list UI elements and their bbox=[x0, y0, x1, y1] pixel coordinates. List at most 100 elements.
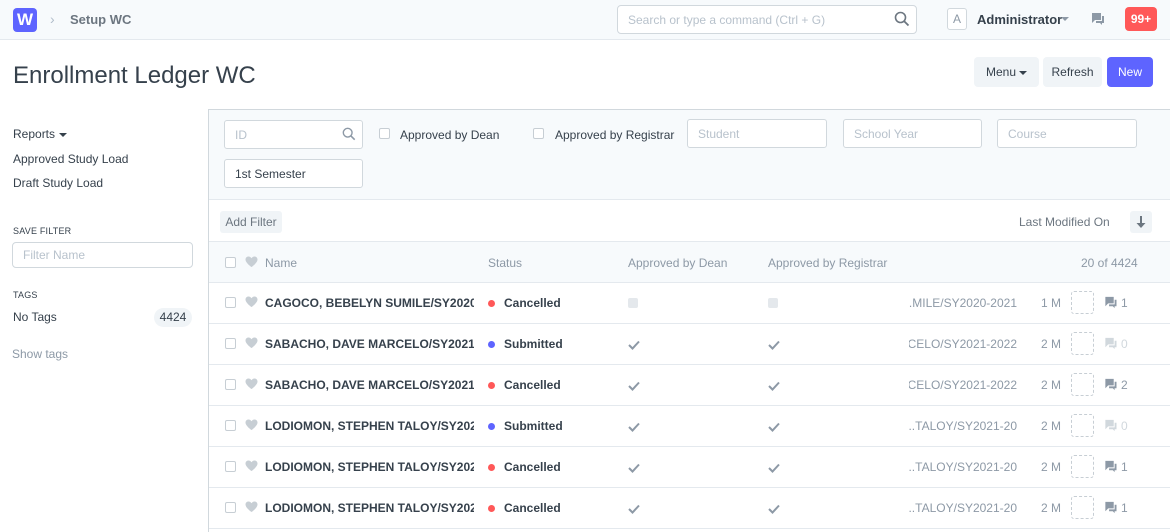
standard-filters: Approved by Dean Approved by Registrar bbox=[209, 110, 1170, 200]
save-filter-heading: SAVE FILTER bbox=[13, 226, 72, 236]
row-checkbox[interactable] bbox=[225, 420, 236, 431]
approved-by-registrar-label: Approved by Registrar bbox=[555, 128, 675, 142]
comment-icon bbox=[1102, 378, 1118, 394]
like-heart-icon[interactable] bbox=[245, 501, 258, 516]
search-icon[interactable] bbox=[894, 11, 910, 30]
sidebar-link-approved-study-load[interactable]: Approved Study Load bbox=[13, 152, 128, 166]
row-checkbox[interactable] bbox=[225, 297, 236, 308]
row-name-link[interactable]: CAGOCO, BEBELYN SUMILE/SY2020-2 bbox=[265, 296, 474, 310]
chevron-down-icon[interactable] bbox=[1061, 17, 1069, 21]
row-status: Submitted bbox=[504, 419, 563, 433]
navbar: W › Setup WC A Administrator 99+ bbox=[0, 0, 1170, 40]
row-modified: 2 M bbox=[1041, 419, 1062, 433]
comment-icon bbox=[1102, 460, 1118, 476]
user-avatar[interactable]: A bbox=[947, 8, 967, 30]
reports-label: Reports bbox=[13, 127, 56, 141]
refresh-button[interactable]: Refresh bbox=[1043, 57, 1102, 87]
comment-icon bbox=[1102, 419, 1118, 435]
sort-by-selector[interactable]: Last Modified On bbox=[1019, 215, 1110, 229]
no-tags-item[interactable]: No Tags bbox=[13, 310, 57, 324]
chat-icon[interactable] bbox=[1089, 12, 1105, 29]
student-filter-input[interactable] bbox=[688, 120, 826, 147]
like-heart-icon[interactable] bbox=[245, 419, 258, 434]
comment-count: 1 bbox=[1121, 501, 1128, 515]
notification-badge[interactable]: 99+ bbox=[1125, 7, 1157, 31]
student-filter[interactable] bbox=[687, 119, 827, 148]
list-row[interactable]: SABACHO, DAVE MARCELO/SY2021-2 Submitted C… bbox=[209, 324, 1170, 365]
filter-sort-bar: Add Filter Last Modified On bbox=[209, 200, 1170, 242]
check-icon bbox=[628, 461, 640, 476]
like-heart-icon[interactable] bbox=[245, 378, 258, 393]
arrow-down-icon bbox=[1136, 216, 1146, 228]
like-heart-icon[interactable] bbox=[245, 296, 258, 311]
approved-by-dean-checkbox[interactable] bbox=[379, 128, 390, 139]
approved-by-registrar-checkbox[interactable] bbox=[533, 128, 544, 139]
school-year-filter-input[interactable] bbox=[844, 120, 981, 147]
check-icon bbox=[628, 420, 640, 435]
new-button[interactable]: New bbox=[1107, 57, 1153, 87]
column-header-status: Status bbox=[488, 256, 523, 270]
caret-down-icon bbox=[1019, 70, 1028, 75]
row-name-link[interactable]: LODIOMON, STEPHEN TALOY/SY2021 bbox=[265, 501, 474, 515]
assigned-avatar-placeholder bbox=[1071, 373, 1094, 396]
list-row[interactable]: CAGOCO, BEBELYN SUMILE/SY2020-2 Cancelled… bbox=[209, 283, 1170, 324]
check-icon bbox=[768, 461, 780, 476]
course-filter-input[interactable] bbox=[998, 120, 1136, 147]
show-tags-link[interactable]: Show tags bbox=[12, 347, 68, 361]
row-name-link[interactable]: SABACHO, DAVE MARCELO/SY2021-2 bbox=[265, 378, 474, 392]
course-filter[interactable] bbox=[997, 119, 1137, 148]
sidebar-link-draft-study-load[interactable]: Draft Study Load bbox=[13, 176, 103, 190]
reports-dropdown[interactable]: Reports bbox=[13, 127, 68, 141]
caret-down-icon bbox=[59, 132, 68, 137]
app-logo[interactable]: W bbox=[13, 8, 37, 32]
row-name-link[interactable]: LODIOMON, STEPHEN TALOY/SY2021 bbox=[265, 460, 474, 474]
list-count: 20 of 4424 bbox=[1081, 256, 1138, 270]
status-indicator-dot bbox=[488, 382, 495, 389]
heart-icon[interactable] bbox=[245, 256, 258, 271]
row-modified: 2 M bbox=[1041, 501, 1062, 515]
sort-order-button[interactable] bbox=[1130, 211, 1152, 233]
like-heart-icon[interactable] bbox=[245, 460, 258, 475]
row-status: Cancelled bbox=[504, 501, 561, 515]
school-year-filter[interactable] bbox=[843, 119, 982, 148]
column-header-approved-by-dean: Approved by Dean bbox=[628, 256, 728, 270]
row-checkbox[interactable] bbox=[225, 502, 236, 513]
list-row[interactable]: LODIOMON, STEPHEN TALOY/SY2021 Cancelled T… bbox=[209, 447, 1170, 488]
row-checkbox[interactable] bbox=[225, 461, 236, 472]
comment-icon bbox=[1102, 501, 1118, 517]
breadcrumb-setup-wc[interactable]: Setup WC bbox=[70, 12, 131, 27]
row-reference: TALOY/SY2021-20... bbox=[909, 419, 1017, 433]
user-menu[interactable]: Administrator bbox=[977, 12, 1062, 27]
row-name-link[interactable]: SABACHO, DAVE MARCELO/SY2021-2 bbox=[265, 337, 474, 351]
semester-filter-input[interactable] bbox=[225, 160, 362, 187]
add-filter-button[interactable]: Add Filter bbox=[220, 211, 282, 233]
list-row[interactable]: SABACHO, DAVE MARCELO/SY2021-2 Cancelled C… bbox=[209, 365, 1170, 406]
assigned-avatar-placeholder bbox=[1071, 496, 1094, 519]
check-icon bbox=[768, 420, 780, 435]
status-indicator-dot bbox=[488, 464, 495, 471]
semester-filter[interactable] bbox=[224, 159, 363, 188]
status-indicator-dot bbox=[488, 300, 495, 307]
row-checkbox[interactable] bbox=[225, 379, 236, 390]
row-status: Cancelled bbox=[504, 378, 561, 392]
like-heart-icon[interactable] bbox=[245, 337, 258, 352]
select-all-checkbox[interactable] bbox=[225, 257, 236, 268]
assigned-avatar-placeholder bbox=[1071, 332, 1094, 355]
row-reference: CELO/SY2021-2022... bbox=[909, 378, 1017, 392]
assigned-avatar-placeholder bbox=[1071, 414, 1094, 437]
filter-name-input[interactable] bbox=[13, 243, 183, 267]
id-filter[interactable] bbox=[224, 120, 363, 149]
comment-count: 0 bbox=[1121, 419, 1128, 433]
list-row[interactable]: LODIOMON, STEPHEN TALOY/SY2021 Cancelled T… bbox=[209, 488, 1170, 529]
awesomebar[interactable] bbox=[617, 5, 917, 34]
row-reference: TALOY/SY2021-20... bbox=[909, 501, 1017, 515]
menu-button-label: Menu bbox=[985, 65, 1017, 79]
tags-heading: TAGS bbox=[13, 290, 38, 300]
list-row[interactable]: LODIOMON, STEPHEN TALOY/SY2021 Submitted T… bbox=[209, 406, 1170, 447]
search-input[interactable] bbox=[618, 6, 878, 33]
row-name-link[interactable]: LODIOMON, STEPHEN TALOY/SY2021 bbox=[265, 419, 474, 433]
menu-button[interactable]: Menu bbox=[974, 57, 1039, 87]
status-indicator-dot bbox=[488, 341, 495, 348]
filter-name-field[interactable] bbox=[12, 242, 193, 268]
row-checkbox[interactable] bbox=[225, 338, 236, 349]
